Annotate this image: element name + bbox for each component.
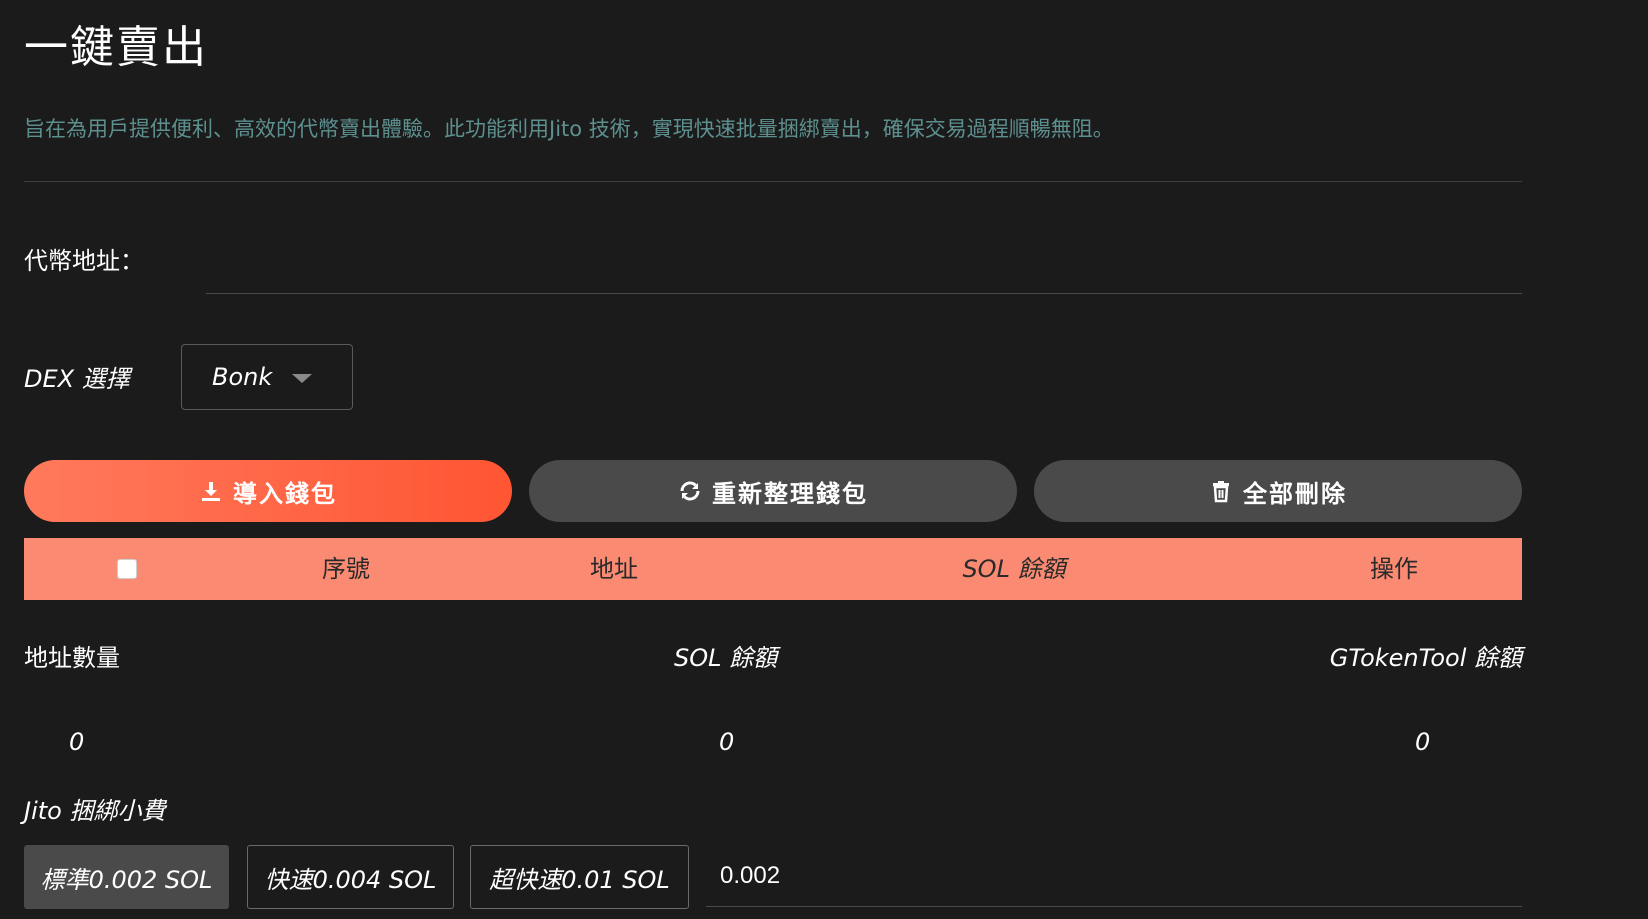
- token-address-label: 代幣地址：: [24, 247, 144, 275]
- jito-fee-label: Jito 捆綁小費: [24, 797, 166, 825]
- column-header-index: 序號: [322, 555, 370, 583]
- wallet-table-header: 序號 地址 SOL 餘額 操作: [24, 538, 1522, 600]
- caret-down-icon: [292, 373, 313, 383]
- address-count-value: 0: [69, 728, 85, 756]
- jito-fee-input[interactable]: [706, 845, 1522, 907]
- column-header-actions: 操作: [1370, 555, 1418, 583]
- page-title: 一鍵賣出: [24, 22, 208, 73]
- token-address-input[interactable]: [206, 240, 1522, 294]
- import-wallet-button[interactable]: 導入錢包: [24, 460, 512, 522]
- fee-option-ultra-fast[interactable]: 超快速0.01 SOL: [470, 845, 689, 909]
- header-divider: [24, 181, 1522, 182]
- sol-balance-label: SOL 餘額: [674, 644, 778, 672]
- trash-icon: [1209, 479, 1233, 503]
- delete-all-label: 全部刪除: [1243, 479, 1347, 508]
- address-count-label: 地址數量: [24, 644, 120, 672]
- sol-balance-value: 0: [719, 728, 735, 756]
- one-click-sell-page: 一鍵賣出 旨在為用戶提供便利、高效的代幣賣出體驗。此功能利用Jito 技術，實現…: [0, 0, 1648, 919]
- fee-option-fast[interactable]: 快速0.004 SOL: [247, 845, 454, 909]
- refresh-wallet-button[interactable]: 重新整理錢包: [529, 460, 1017, 522]
- column-header-sol-balance: SOL 餘額: [962, 555, 1066, 583]
- download-icon: [199, 479, 223, 503]
- delete-all-button[interactable]: 全部刪除: [1034, 460, 1522, 522]
- select-all-cell: [96, 538, 158, 600]
- gtoken-balance-label: GTokenTool 餘額: [1329, 644, 1522, 672]
- column-header-address: 地址: [590, 555, 638, 583]
- dex-selected-value: Bonk: [212, 363, 273, 391]
- dex-select-dropdown[interactable]: Bonk: [181, 344, 353, 410]
- refresh-wallet-label: 重新整理錢包: [712, 479, 868, 508]
- select-all-checkbox[interactable]: [117, 559, 137, 579]
- import-wallet-label: 導入錢包: [233, 479, 337, 508]
- dex-select-label: DEX 選擇: [24, 365, 130, 393]
- refresh-icon: [678, 479, 702, 503]
- page-description: 旨在為用戶提供便利、高效的代幣賣出體驗。此功能利用Jito 技術，實現快速批量捆…: [24, 117, 1114, 141]
- fee-option-standard[interactable]: 標準0.002 SOL: [24, 845, 229, 909]
- gtoken-balance-value: 0: [1415, 728, 1431, 756]
